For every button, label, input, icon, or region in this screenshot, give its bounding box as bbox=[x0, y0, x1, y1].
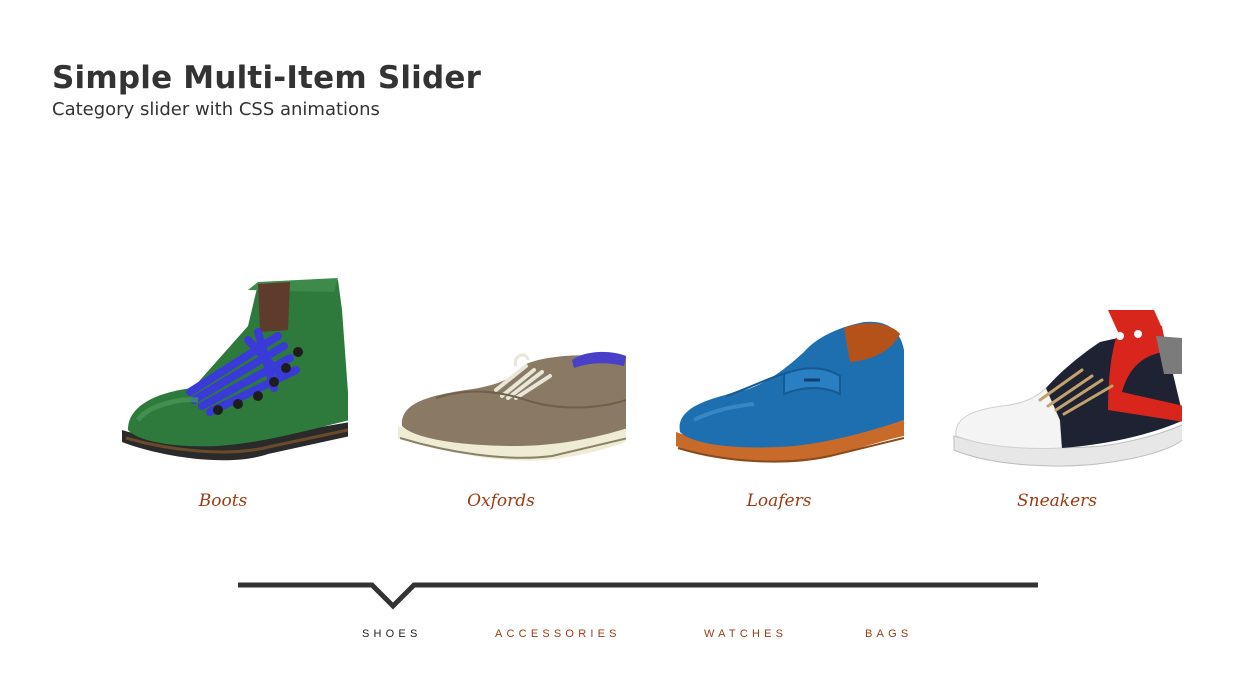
nav-item-watches[interactable]: WATCHES bbox=[704, 628, 787, 640]
slide-sneakers[interactable]: Sneakers bbox=[918, 270, 1196, 530]
slide-caption: Sneakers bbox=[1016, 491, 1097, 511]
nav-item-bags[interactable]: BAGS bbox=[865, 628, 912, 640]
slide-caption: Loafers bbox=[746, 491, 812, 511]
page-subtitle: Category slider with CSS animations bbox=[52, 99, 380, 120]
sneaker-icon bbox=[953, 310, 1182, 467]
oxford-shoe-icon bbox=[398, 351, 626, 461]
slide-oxfords[interactable]: Oxfords bbox=[362, 270, 640, 530]
slide-caption: Oxfords bbox=[467, 491, 535, 511]
loafer-icon bbox=[676, 321, 904, 463]
boot-icon bbox=[122, 278, 348, 461]
slide-boots[interactable]: Boots bbox=[84, 270, 362, 530]
nav-item-accessories[interactable]: ACCESSORIES bbox=[495, 628, 621, 640]
category-slider: Boots Oxfords Loafers Sneakers bbox=[84, 270, 1196, 530]
category-nav: SHOES ACCESSORIES WATCHES BAGS bbox=[238, 572, 1038, 672]
page-header: Simple Multi-Item Slider Category slider… bbox=[52, 58, 481, 122]
nav-items: SHOES ACCESSORIES WATCHES BAGS bbox=[238, 628, 1038, 648]
nav-indicator-line bbox=[238, 582, 1038, 610]
slide-loafers[interactable]: Loafers bbox=[640, 270, 918, 530]
nav-item-shoes[interactable]: SHOES bbox=[362, 628, 422, 640]
page-title: Simple Multi-Item Slider bbox=[52, 60, 482, 96]
slide-caption: Boots bbox=[198, 491, 248, 511]
